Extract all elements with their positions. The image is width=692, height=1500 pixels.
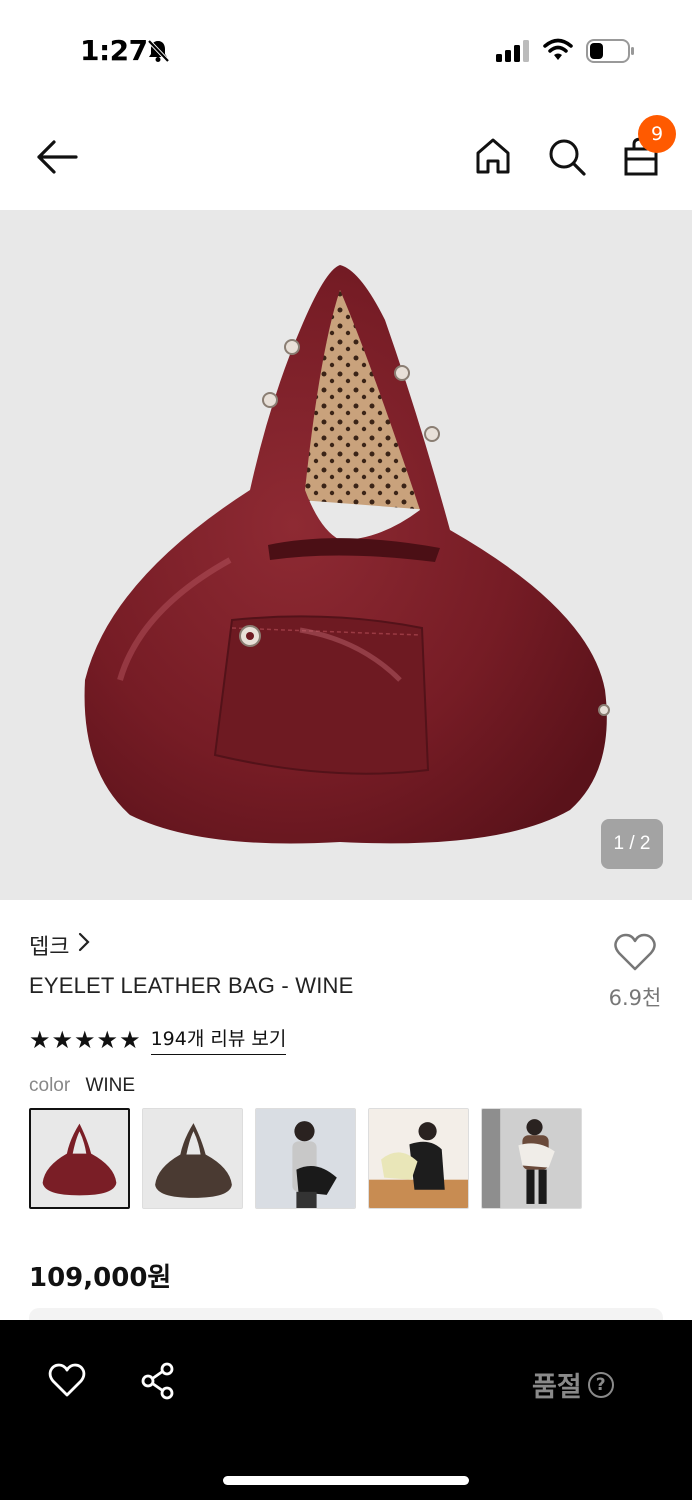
- color-thumbnails: [29, 1108, 582, 1209]
- rating-stars: ★ ★ ★ ★ ★: [29, 1028, 141, 1052]
- heart-icon[interactable]: [48, 1362, 86, 1402]
- share-icon[interactable]: [140, 1362, 176, 1404]
- top-nav: [0, 105, 692, 210]
- product-photo: [84, 265, 610, 844]
- heart-outline-icon: [613, 933, 657, 976]
- star-icon: ★: [29, 1025, 51, 1054]
- soldout-label: 품절: [532, 1372, 582, 1403]
- soldout-button[interactable]: 품절 ?: [532, 1365, 614, 1404]
- home-indicator: [223, 1476, 469, 1485]
- wishlist-button[interactable]: 6.9천: [600, 932, 670, 1012]
- star-icon: ★: [119, 1025, 141, 1054]
- color-value: WINE: [85, 1075, 136, 1096]
- bottom-action-bar: 품절 ?: [0, 1320, 692, 1500]
- home-icon[interactable]: [474, 137, 512, 179]
- star-icon: ★: [74, 1025, 96, 1054]
- thumbnail-model-2[interactable]: [368, 1108, 469, 1209]
- status-time: 1:27: [80, 34, 148, 67]
- cart-count-badge: 9: [638, 115, 676, 153]
- product-image-gallery[interactable]: 1 / 2: [0, 210, 692, 900]
- cellular-signal-icon: [496, 40, 532, 66]
- wifi-icon: [543, 38, 573, 66]
- help-icon[interactable]: ?: [587, 1371, 614, 1398]
- star-icon: ★: [96, 1025, 119, 1054]
- thumbnail-model-1[interactable]: [255, 1108, 356, 1209]
- status-bar: 1:27: [0, 0, 692, 100]
- search-icon[interactable]: [547, 137, 587, 181]
- battery-icon: [586, 39, 636, 67]
- thumbnail-brown[interactable]: [142, 1108, 243, 1209]
- chevron-right-icon: [77, 931, 91, 959]
- color-label: color: [29, 1075, 71, 1096]
- view-reviews-link[interactable]: 194개 리뷰 보기: [150, 1024, 287, 1055]
- bell-off-icon: [145, 38, 171, 68]
- back-arrow-icon[interactable]: [34, 138, 78, 180]
- rating-row: ★ ★ ★ ★ ★ 194개 리뷰 보기: [29, 1024, 287, 1055]
- color-selection: color WINE: [29, 1075, 135, 1097]
- star-icon: ★: [51, 1025, 74, 1054]
- product-title: EYELET LEATHER BAG - WINE: [29, 973, 354, 998]
- product-price: 109,000원: [29, 1263, 172, 1293]
- wishlist-count: 6.9천: [608, 986, 662, 1010]
- brand-name: 뎁크: [29, 935, 70, 960]
- thumbnail-model-3[interactable]: [481, 1108, 582, 1209]
- brand-link[interactable]: 뎁크: [29, 929, 91, 961]
- thumbnail-wine[interactable]: [29, 1108, 130, 1209]
- image-page-counter: 1 / 2: [601, 819, 663, 869]
